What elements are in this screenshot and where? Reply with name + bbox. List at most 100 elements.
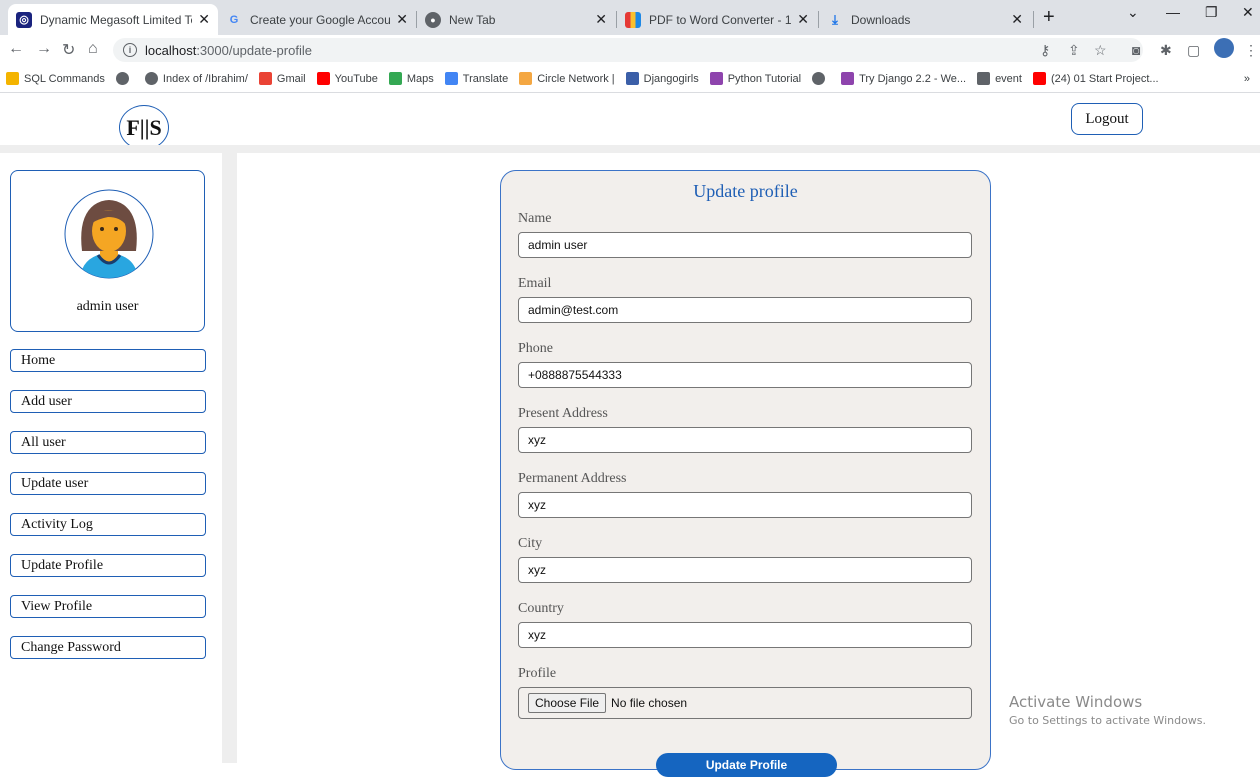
extensions-icon[interactable]: ✱ xyxy=(1160,42,1172,59)
bookmark-item[interactable]: event xyxy=(977,72,1022,85)
side-panel-icon[interactable]: ▢ xyxy=(1187,42,1200,59)
bookmark-label: Python Tutorial xyxy=(727,72,802,85)
sidebar: admin user Home Add user All user Update… xyxy=(0,153,222,763)
sidebar-item-add-user[interactable]: Add user xyxy=(10,390,206,413)
menu-icon[interactable]: ⋮ xyxy=(1244,42,1258,59)
address-bar[interactable]: i localhost:3000/update-profile xyxy=(113,38,1143,62)
google-icon: G xyxy=(229,13,239,26)
tab-title: New Tab xyxy=(449,12,496,27)
browser-profile-avatar[interactable] xyxy=(1214,38,1234,58)
country-label: Country xyxy=(518,601,564,616)
bookmark-item[interactable]: Index of /Ibrahim/ xyxy=(144,72,248,85)
youtube-icon xyxy=(316,72,330,85)
google-drive-icon xyxy=(6,72,19,85)
bookmark-label: SQL Commands xyxy=(24,72,105,85)
tab-search-icon[interactable]: ⌄ xyxy=(1127,4,1139,21)
bookmark-item[interactable]: Circle Network | xyxy=(519,72,615,85)
city-label: City xyxy=(518,536,543,551)
name-input[interactable] xyxy=(518,232,972,258)
tab-title: Downloads xyxy=(851,12,911,27)
bookmark-item[interactable]: Translate xyxy=(444,72,509,85)
present-address-input[interactable] xyxy=(518,427,972,453)
reload-icon[interactable]: ↻ xyxy=(62,40,75,60)
home-icon[interactable]: ⌂ xyxy=(88,40,98,58)
browser-tab[interactable]: PDF to Word Converter - 100% ✕ xyxy=(617,4,817,35)
sidebar-item-change-password[interactable]: Change Password xyxy=(10,636,206,659)
forward-icon[interactable]: → xyxy=(36,40,52,58)
maps-icon xyxy=(388,72,402,85)
sidebar-item-update-profile[interactable]: Update Profile xyxy=(10,554,206,577)
bookmark-label: Translate xyxy=(462,72,509,85)
gmail-icon xyxy=(258,72,272,85)
close-icon[interactable]: ✕ xyxy=(396,11,408,28)
minimize-icon[interactable]: — xyxy=(1166,4,1180,20)
restore-icon[interactable]: ❐ xyxy=(1205,4,1218,21)
pdf-converter-icon xyxy=(625,11,641,28)
sidebar-item-activity-log[interactable]: Activity Log xyxy=(10,513,206,536)
name-label: Name xyxy=(518,211,552,226)
phone-input[interactable] xyxy=(518,362,972,388)
profile-file-input: Choose File No file chosen xyxy=(518,687,972,719)
close-icon[interactable]: ✕ xyxy=(198,11,210,28)
profile-card: admin user xyxy=(10,170,205,332)
browser-tab[interactable]: ● New Tab ✕ xyxy=(417,4,615,35)
bookmark-label: Index of /Ibrahim/ xyxy=(162,72,248,85)
choose-file-button[interactable]: Choose File xyxy=(528,693,607,713)
sidebar-item-home[interactable]: Home xyxy=(10,349,206,372)
browser-tabstrip: ◎ Dynamic Megasoft Limited Tech ✕ G Crea… xyxy=(0,0,1260,35)
activate-windows-watermark: Activate Windows Go to Settings to activ… xyxy=(1009,693,1206,727)
bookmark-item[interactable]: SQL Commands xyxy=(6,72,105,85)
star-icon[interactable]: ☆ xyxy=(1094,42,1107,59)
sidebar-item-view-profile[interactable]: View Profile xyxy=(10,595,206,618)
update-profile-button[interactable]: Update Profile xyxy=(656,753,837,777)
bookmark-item[interactable]: Gmail xyxy=(258,72,306,85)
camera-icon[interactable]: ◙ xyxy=(1132,42,1140,58)
sidebar-nav: Home Add user All user Update user Activ… xyxy=(10,349,206,677)
key-icon[interactable]: ⚷ xyxy=(1040,42,1050,59)
phone-label: Phone xyxy=(518,341,553,356)
sidebar-item-all-user[interactable]: All user xyxy=(10,431,206,454)
browser-tab[interactable]: G Create your Google Account ✕ xyxy=(218,4,416,35)
bookmark-item[interactable]: Djangogirls xyxy=(625,72,699,85)
email-label: Email xyxy=(518,276,552,291)
close-icon[interactable]: ✕ xyxy=(1011,11,1023,28)
bookmark-item[interactable]: Python Tutorial xyxy=(709,72,802,85)
globe-icon xyxy=(812,72,826,85)
site-info-icon[interactable]: i xyxy=(123,43,137,57)
window-close-icon[interactable]: ✕ xyxy=(1242,4,1254,21)
browser-tab[interactable]: ⤓ Downloads ✕ xyxy=(819,4,1031,35)
new-tab-icon[interactable]: + xyxy=(1043,6,1055,29)
bookmarks-overflow-icon[interactable]: » xyxy=(1244,73,1250,85)
form-title: Update profile xyxy=(693,181,798,201)
python-icon xyxy=(709,72,723,85)
permanent-address-input[interactable] xyxy=(518,492,972,518)
dynamic-megasoft-icon: ◎ xyxy=(16,11,32,28)
bookmark-item[interactable] xyxy=(115,72,134,85)
logout-button[interactable]: Logout xyxy=(1071,103,1143,135)
browser-tab-active[interactable]: ◎ Dynamic Megasoft Limited Tech ✕ xyxy=(8,4,218,35)
url-host: localhost xyxy=(145,42,197,58)
globe-icon xyxy=(115,72,129,85)
profile-label: Profile xyxy=(518,666,557,681)
permanent-address-label: Permanent Address xyxy=(518,471,627,486)
bookmark-item[interactable]: Try Django 2.2 - We... xyxy=(841,72,966,85)
download-icon: ⤓ xyxy=(832,11,838,27)
country-input[interactable] xyxy=(518,622,972,648)
bookmark-label: Try Django 2.2 - We... xyxy=(859,72,967,85)
bookmark-item[interactable] xyxy=(812,72,830,85)
email-input[interactable] xyxy=(518,297,972,323)
bookmark-item[interactable]: (24) 01 Start Project... xyxy=(1032,72,1159,85)
close-icon[interactable]: ✕ xyxy=(595,11,607,28)
browser-toolbar: ← → ↻ ⌂ i localhost:3000/update-profile … xyxy=(0,35,1260,65)
close-icon[interactable]: ✕ xyxy=(797,11,809,28)
bookmark-item[interactable]: Maps xyxy=(388,72,434,85)
bookmark-item[interactable]: YouTube xyxy=(316,72,378,85)
book-icon xyxy=(625,72,639,85)
city-input[interactable] xyxy=(518,557,972,583)
back-icon[interactable]: ← xyxy=(8,40,24,58)
sidebar-item-update-user[interactable]: Update user xyxy=(10,472,206,495)
share-icon[interactable]: ⇪ xyxy=(1068,42,1080,59)
watermark-line2: Go to Settings to activate Windows. xyxy=(1009,714,1207,727)
bookmark-label: Maps xyxy=(406,72,434,85)
sidebar-gutter xyxy=(222,153,237,763)
